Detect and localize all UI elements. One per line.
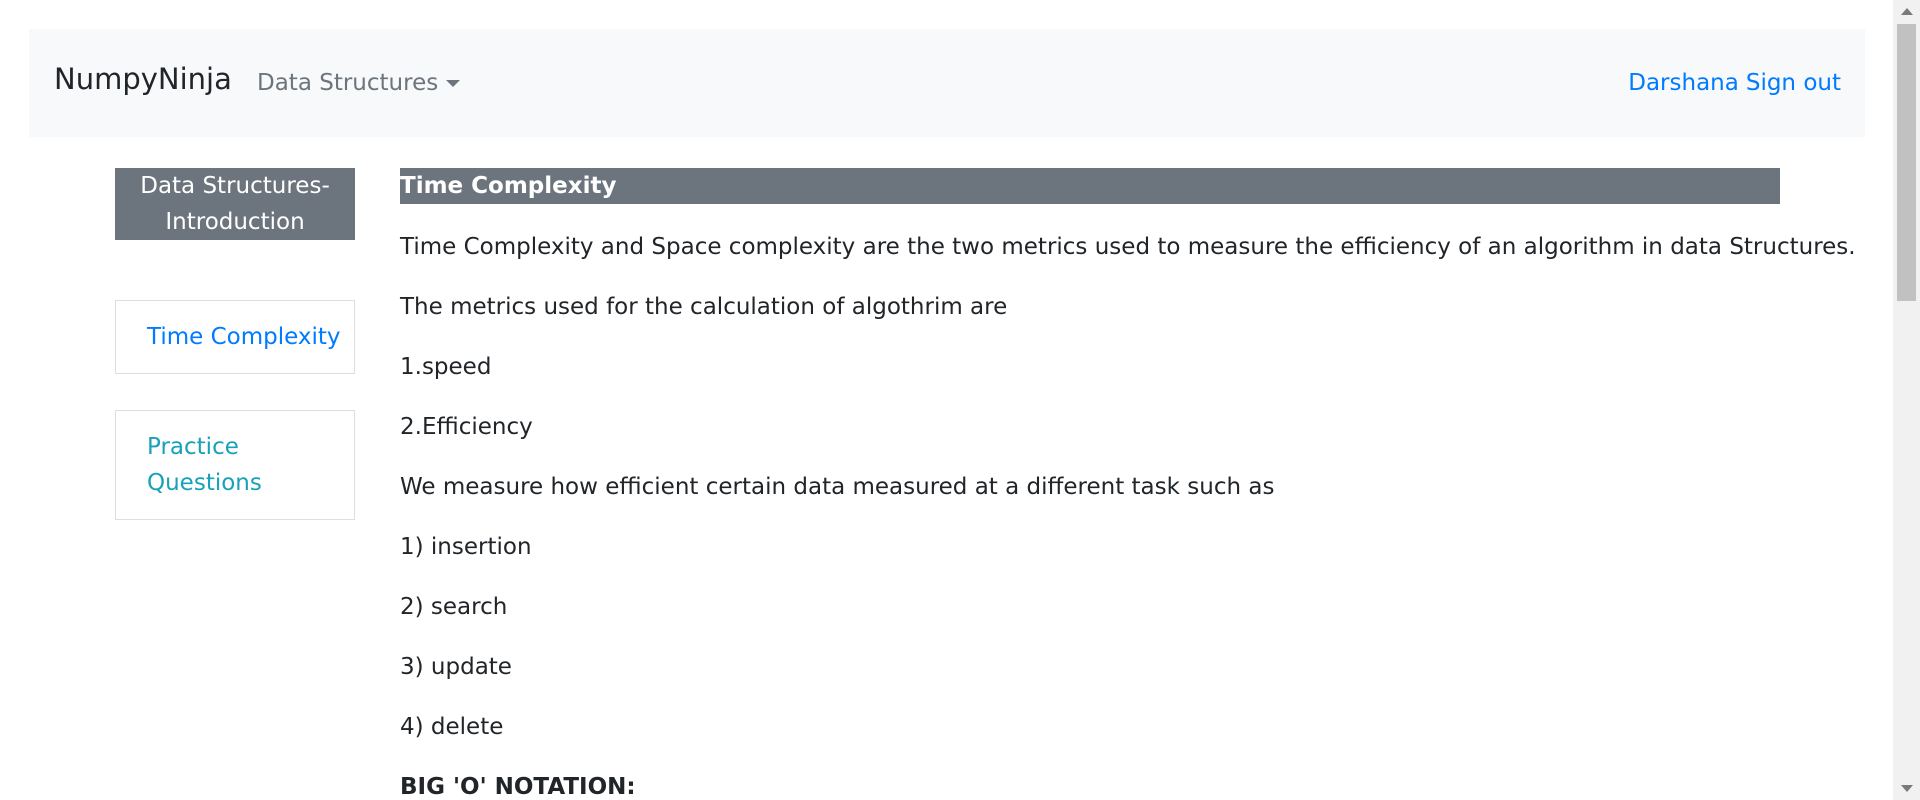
scrollbar-thumb[interactable] bbox=[1897, 24, 1916, 301]
sidebar-item-label-line2: Questions bbox=[147, 470, 262, 496]
scroll-up-arrow-icon[interactable] bbox=[1901, 8, 1913, 15]
content-paragraph: 1.speed bbox=[400, 354, 492, 380]
content-paragraph: 4) delete bbox=[400, 714, 504, 740]
sign-out-link[interactable]: Sign out bbox=[1746, 72, 1841, 95]
content-paragraph: 2) search bbox=[400, 594, 508, 620]
content-paragraph: 1) insertion bbox=[400, 534, 532, 560]
content-paragraph: We measure how efficient certain data me… bbox=[400, 474, 1275, 500]
sidebar-header: Data Structures- Introduction bbox=[115, 168, 355, 240]
sidebar-item-label-line1: Practice bbox=[147, 434, 239, 460]
scroll-down-arrow-icon[interactable] bbox=[1901, 785, 1913, 792]
content-paragraph: Time Complexity and Space complexity are… bbox=[400, 234, 1856, 260]
sidebar-item-label: Time Complexity bbox=[147, 324, 341, 350]
content-paragraph: 3) update bbox=[400, 654, 512, 680]
main-content: Time Complexity Time Complexity and Spac… bbox=[400, 168, 1856, 800]
page: NumpyNinja Data Structures Darshana Sign… bbox=[0, 0, 1920, 800]
content-paragraph: 2.Efficiency bbox=[400, 414, 533, 440]
content-paragraph: The metrics used for the calculation of … bbox=[400, 294, 1008, 320]
section-heading: BIG 'O' NOTATION: bbox=[400, 774, 636, 800]
sidebar-item-practice-questions[interactable]: Practice Questions bbox=[115, 410, 355, 520]
sidebar-header-line2: Introduction bbox=[165, 209, 305, 235]
top-navbar: NumpyNinja Data Structures Darshana Sign… bbox=[29, 29, 1865, 137]
brand-logo[interactable]: NumpyNinja bbox=[54, 65, 232, 94]
user-name-link[interactable]: Darshana bbox=[1628, 72, 1739, 95]
dropdown-label: Data Structures bbox=[257, 70, 439, 96]
user-nav: Darshana Sign out bbox=[1628, 72, 1841, 95]
data-structures-dropdown[interactable]: Data Structures bbox=[257, 70, 461, 96]
chevron-down-icon bbox=[446, 80, 461, 87]
vertical-scrollbar[interactable] bbox=[1893, 0, 1920, 800]
sidebar-header-line1: Data Structures- bbox=[140, 173, 330, 199]
page-title: Time Complexity bbox=[400, 168, 1780, 204]
sidebar-item-time-complexity[interactable]: Time Complexity bbox=[115, 300, 355, 374]
